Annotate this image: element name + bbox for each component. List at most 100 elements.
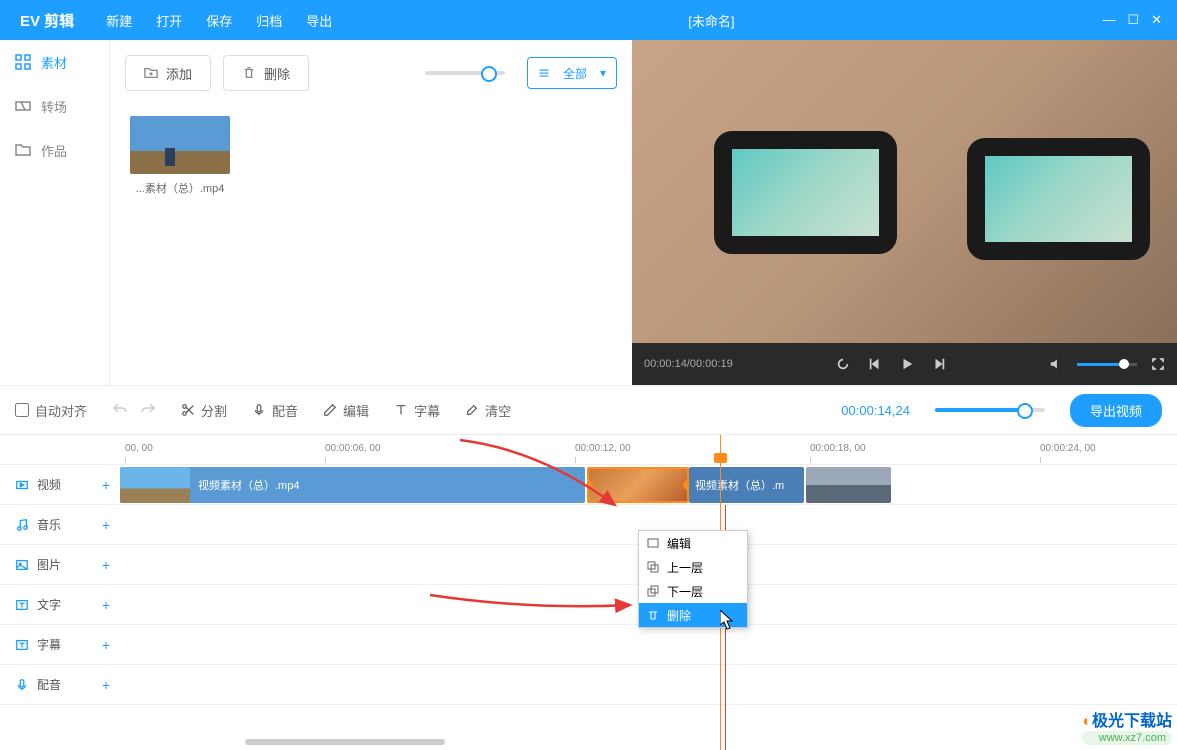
filter-dropdown[interactable]: 全部 ▾ (527, 57, 617, 89)
next-icon[interactable] (932, 357, 946, 371)
add-track-icon[interactable]: + (102, 637, 110, 653)
add-track-icon[interactable]: + (102, 677, 110, 693)
menu-new[interactable]: 新建 (94, 11, 144, 30)
mic-icon (15, 678, 29, 692)
trash-icon (647, 609, 659, 621)
preview-panel: 00:00:14/00:00:19 (632, 40, 1177, 385)
media-thumbnail (130, 116, 230, 174)
timecode-display: 00:00:14,24 (841, 403, 910, 418)
add-track-icon[interactable]: + (102, 477, 110, 493)
ruler-mark: 00:00:24, 00 (1040, 443, 1096, 454)
preview-time: 00:00:14/00:00:19 (644, 358, 733, 370)
add-track-icon[interactable]: + (102, 517, 110, 533)
fullscreen-icon[interactable] (1151, 357, 1165, 371)
thumbnail-size-slider[interactable] (425, 71, 505, 75)
auto-align-checkbox[interactable]: 自动对齐 (15, 401, 87, 420)
ctx-layer-up[interactable]: 上一层 (639, 555, 747, 579)
list-icon (538, 67, 550, 79)
ctx-edit[interactable]: 编辑 (639, 531, 747, 555)
track-label-subtitle[interactable]: 字幕+ (0, 625, 120, 665)
clip-selected[interactable] (587, 467, 689, 503)
prev-icon[interactable] (868, 357, 882, 371)
time-ruler[interactable]: 00, 00 00:00:06, 00 00:00:12, 00 00:00:1… (120, 435, 1177, 465)
sidebar-label: 作品 (41, 141, 67, 160)
transition-icon (15, 98, 31, 114)
image-icon (15, 558, 29, 572)
play-icon[interactable] (900, 357, 914, 371)
scissors-icon (181, 403, 195, 417)
volume-slider[interactable] (1077, 363, 1137, 366)
pencil-icon (323, 403, 337, 417)
edit-button[interactable]: 编辑 (323, 401, 369, 420)
clip[interactable] (806, 467, 891, 503)
split-button[interactable]: 分割 (181, 401, 227, 420)
clip[interactable]: 视频素材（总）.mp4 (120, 467, 585, 503)
track-row-voiceover[interactable] (120, 665, 1177, 705)
export-button[interactable]: 导出视频 (1070, 394, 1162, 427)
track-label-video[interactable]: 视频+ (0, 465, 120, 505)
preview-video[interactable] (632, 40, 1177, 343)
trash-icon (242, 66, 256, 80)
sidebar-item-projects[interactable]: 作品 (0, 128, 109, 172)
track-label-text[interactable]: 文字+ (0, 585, 120, 625)
music-icon (15, 518, 29, 532)
menu-archive[interactable]: 归档 (244, 11, 294, 30)
sidebar-label: 转场 (41, 97, 67, 116)
track-row-video[interactable]: 视频素材（总）.mp4 视频素材（总）.m (120, 465, 1177, 505)
layer-up-icon (647, 561, 659, 573)
cursor-icon (720, 610, 736, 630)
text-icon (15, 598, 29, 612)
mic-icon (252, 403, 266, 417)
main-area: 素材 转场 作品 添加 删除 全部 ▾ (0, 40, 1177, 385)
add-track-icon[interactable]: + (102, 597, 110, 613)
ruler-mark: 00:00:18, 00 (810, 443, 866, 454)
sidebar-item-media[interactable]: 素材 (0, 40, 109, 84)
app-logo: EV 剪辑 (0, 10, 94, 31)
edit-icon (647, 537, 659, 549)
track-label-music[interactable]: 音乐+ (0, 505, 120, 545)
delete-button[interactable]: 删除 (223, 55, 309, 91)
layer-down-icon (647, 585, 659, 597)
volume-icon[interactable] (1049, 357, 1063, 371)
window-controls: — ☐ ✕ (1078, 12, 1177, 28)
document-title: [未命名] (344, 11, 1078, 30)
undo-icon[interactable] (112, 401, 128, 420)
add-button[interactable]: 添加 (125, 55, 211, 91)
title-bar: EV 剪辑 新建 打开 保存 归档 导出 [未命名] — ☐ ✕ (0, 0, 1177, 40)
track-label-voiceover[interactable]: 配音+ (0, 665, 120, 705)
media-filename: ...素材（总）.mp4 (125, 180, 235, 196)
close-icon[interactable]: ✕ (1151, 12, 1162, 28)
sidebar: 素材 转场 作品 (0, 40, 110, 385)
chevron-down-icon: ▾ (600, 66, 606, 80)
redo-icon[interactable] (140, 401, 156, 420)
ruler-mark: 00:00:12, 00 (575, 443, 631, 454)
media-toolbar: 添加 删除 全部 ▾ (125, 55, 617, 91)
ruler-mark: 00:00:06, 00 (325, 443, 381, 454)
minimize-icon[interactable]: — (1102, 12, 1115, 28)
track-row-subtitle[interactable] (120, 625, 1177, 665)
video-icon (15, 478, 29, 492)
media-item[interactable]: ...素材（总）.mp4 (125, 116, 235, 196)
add-track-icon[interactable]: + (102, 557, 110, 573)
ctx-layer-down[interactable]: 下一层 (639, 579, 747, 603)
media-panel: 添加 删除 全部 ▾ ...素材（总）.mp4 (110, 40, 632, 385)
timeline: 视频+ 音乐+ 图片+ 文字+ 字幕+ 配音+ 00, 00 00:00:06,… (0, 435, 1177, 750)
track-labels: 视频+ 音乐+ 图片+ 文字+ 字幕+ 配音+ (0, 435, 120, 750)
dub-button[interactable]: 配音 (252, 401, 298, 420)
maximize-icon[interactable]: ☐ (1127, 12, 1139, 28)
subtitle-button[interactable]: 字幕 (394, 401, 440, 420)
brush-icon (465, 403, 479, 417)
clear-button[interactable]: 清空 (465, 401, 511, 420)
menu-export[interactable]: 导出 (294, 11, 344, 30)
folder-icon (15, 142, 31, 158)
sidebar-item-transition[interactable]: 转场 (0, 84, 109, 128)
watermark: ◐极光下载站 www.xz7.com (1082, 707, 1172, 745)
horizontal-scrollbar[interactable] (240, 739, 1177, 747)
menu-save[interactable]: 保存 (194, 11, 244, 30)
clip[interactable]: 视频素材（总）.m (689, 467, 804, 503)
zoom-slider[interactable] (935, 408, 1045, 412)
menu-open[interactable]: 打开 (144, 11, 194, 30)
loop-icon[interactable] (836, 357, 850, 371)
text-icon (394, 403, 408, 417)
track-label-image[interactable]: 图片+ (0, 545, 120, 585)
